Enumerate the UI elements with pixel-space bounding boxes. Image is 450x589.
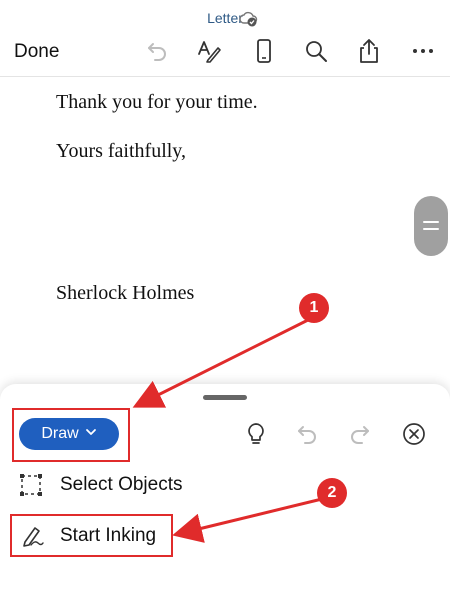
toolbar-divider	[0, 76, 450, 77]
sheet-grabber[interactable]	[203, 395, 247, 400]
done-button[interactable]: Done	[14, 41, 59, 63]
select-objects-item[interactable]: Select Objects	[60, 474, 183, 496]
share-icon[interactable]	[356, 38, 382, 64]
undo-icon[interactable]	[294, 420, 322, 448]
document-text-line: Yours faithfully,	[56, 140, 187, 162]
document-title[interactable]: Letter	[0, 10, 450, 26]
close-icon[interactable]	[400, 420, 428, 448]
annotation-highlight-draw	[12, 408, 130, 462]
document-text-line: Thank you for your time.	[56, 91, 258, 113]
text-format-icon[interactable]	[196, 38, 222, 64]
mobile-view-icon[interactable]	[251, 38, 277, 64]
scroll-handle[interactable]	[414, 196, 448, 256]
lightbulb-icon[interactable]	[242, 420, 270, 448]
annotation-step-2: 2	[317, 478, 347, 508]
search-icon[interactable]	[303, 38, 329, 64]
undo-icon[interactable]	[145, 38, 171, 64]
annotation-highlight-inking	[10, 514, 173, 557]
redo-icon[interactable]	[345, 420, 373, 448]
more-icon[interactable]	[410, 38, 436, 64]
cloud-sync-icon	[239, 10, 259, 28]
select-objects-icon	[18, 472, 44, 498]
annotation-step-1: 1	[299, 293, 329, 323]
document-text-line: Sherlock Holmes	[56, 282, 195, 304]
